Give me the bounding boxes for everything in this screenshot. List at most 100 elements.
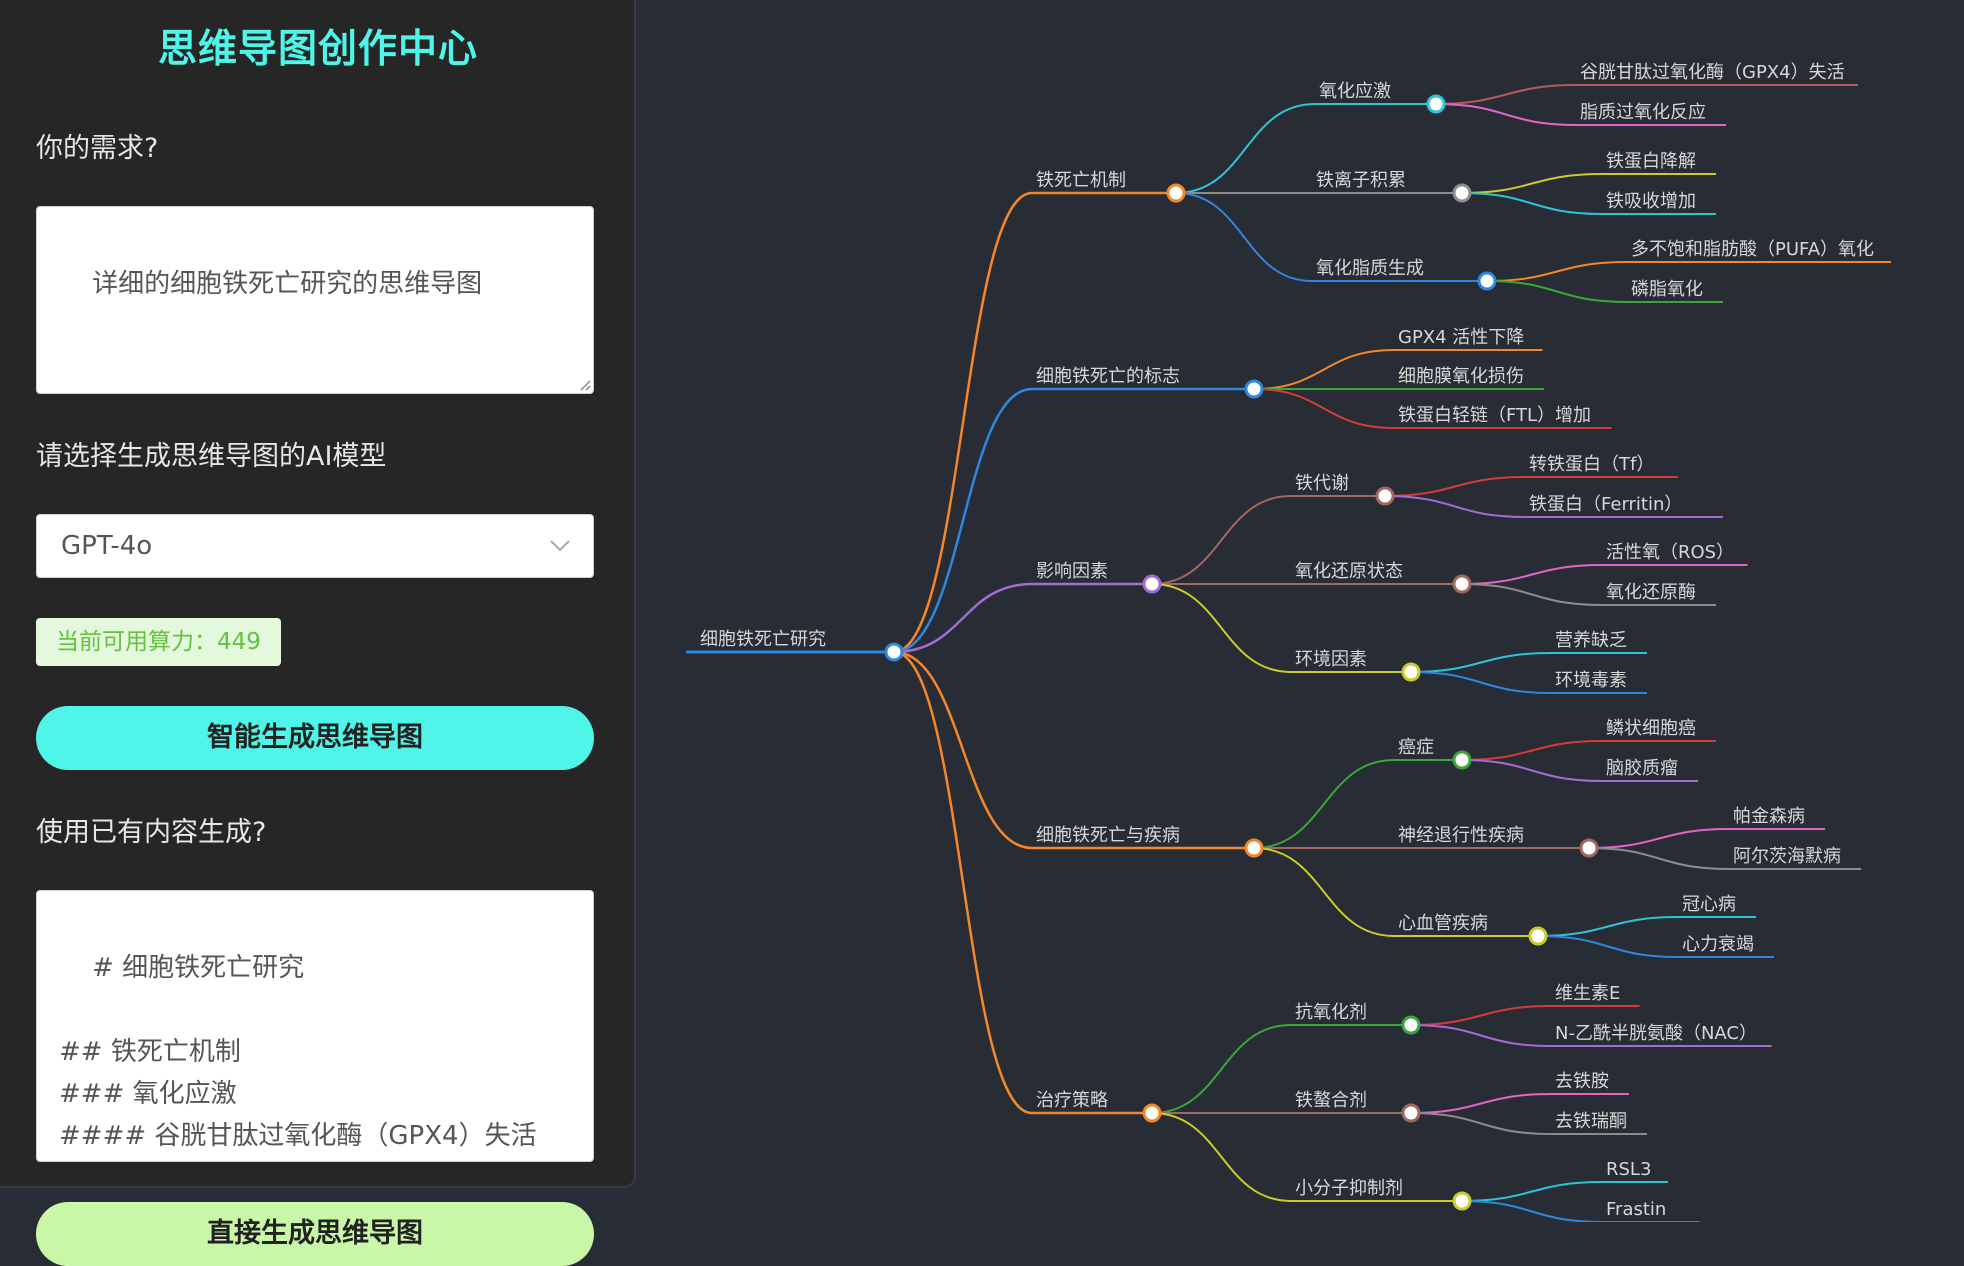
- sub-branch-link: [1175, 103, 1316, 194]
- leaf-link: [1461, 759, 1603, 782]
- sub-branch-label[interactable]: 抗氧化剂: [1295, 1002, 1367, 1023]
- leaf-label[interactable]: 去铁胺: [1555, 1071, 1609, 1092]
- leaf-label[interactable]: 环境毒素: [1555, 670, 1627, 691]
- model-select-value: GPT-4o: [61, 531, 153, 561]
- sub-branch-label[interactable]: 氧化还原状态: [1295, 561, 1403, 582]
- leaf-label[interactable]: 铁吸收增加: [1606, 191, 1696, 212]
- leaf-label[interactable]: 阿尔茨海默病: [1733, 846, 1841, 867]
- existing-content-text: # 细胞铁死亡研究 ## 铁死亡机制 ### 氧化应激 #### 谷胱甘肽过氧化…: [59, 953, 537, 1151]
- sub-branch-link: [1253, 759, 1395, 849]
- demand-text: 详细的细胞铁死亡研究的思维导图: [92, 269, 483, 299]
- leaf-label[interactable]: 鳞状细胞癌: [1606, 718, 1696, 739]
- leaf-label[interactable]: 脂质过氧化反应: [1580, 102, 1706, 123]
- leaf-label[interactable]: 脑胶质瘤: [1606, 758, 1678, 779]
- leaf-label[interactable]: 心力衰竭: [1682, 934, 1754, 955]
- root-node-label[interactable]: 细胞铁死亡研究: [700, 629, 826, 650]
- direct-generate-button[interactable]: 直接生成思维导图: [36, 1202, 594, 1266]
- leaf-label[interactable]: 细胞膜氧化损伤: [1398, 366, 1524, 387]
- leaf-label[interactable]: 维生素E: [1555, 983, 1620, 1004]
- sub-branch-node-circle[interactable]: [1401, 662, 1421, 682]
- sub-branch-node-circle[interactable]: [1579, 838, 1599, 858]
- leaf-link: [1461, 192, 1603, 215]
- sub-branch-link: [1253, 847, 1395, 937]
- sub-branch-node-circle[interactable]: [1452, 183, 1472, 203]
- leaf-label[interactable]: 多不饱和脂肪酸（PUFA）氧化: [1631, 239, 1874, 260]
- leaf-link: [1410, 652, 1552, 673]
- leaf-link: [1410, 1005, 1552, 1026]
- branch-node-circle[interactable]: [1142, 1103, 1162, 1123]
- branch-node-circle[interactable]: [1166, 183, 1186, 203]
- generate-mindmap-button[interactable]: 智能生成思维导图: [36, 706, 594, 770]
- branch-node-label[interactable]: 细胞铁死亡与疾病: [1036, 825, 1180, 846]
- leaf-link: [1410, 1093, 1552, 1114]
- sub-branch-label[interactable]: 铁离子积累: [1316, 170, 1406, 191]
- quota-badge: 当前可用算力：449: [36, 618, 281, 666]
- sub-branch-label[interactable]: 氧化应激: [1319, 81, 1391, 102]
- model-select[interactable]: GPT-4o: [36, 514, 594, 578]
- leaf-link: [1461, 564, 1603, 585]
- sub-branch-label[interactable]: 癌症: [1398, 737, 1434, 758]
- sub-branch-node-circle[interactable]: [1375, 486, 1395, 506]
- branch-link: [893, 650, 1033, 1115]
- demand-label: 你的需求?: [36, 133, 159, 164]
- leaf-link: [1384, 495, 1526, 518]
- sub-branch-node-circle[interactable]: [1452, 1191, 1472, 1211]
- sub-branch-link: [1151, 495, 1292, 585]
- branch-link: [893, 650, 1033, 850]
- sub-branch-node-circle[interactable]: [1426, 94, 1446, 114]
- chevron-down-icon: [550, 540, 570, 552]
- sub-branch-label[interactable]: 氧化脂质生成: [1316, 258, 1424, 279]
- leaf-link: [1588, 828, 1730, 849]
- sub-branch-label[interactable]: 环境因素: [1295, 649, 1367, 670]
- leaf-label[interactable]: 活性氧（ROS）: [1606, 542, 1734, 563]
- root-node-circle[interactable]: [884, 642, 904, 662]
- leaf-label[interactable]: 转铁蛋白（Tf）: [1529, 454, 1654, 475]
- demand-textarea[interactable]: 详细的细胞铁死亡研究的思维导图: [36, 206, 594, 394]
- sub-branch-link: [1175, 192, 1313, 282]
- leaf-label[interactable]: GPX4 活性下降: [1398, 327, 1524, 348]
- leaf-label[interactable]: 磷脂氧化: [1631, 279, 1703, 300]
- sub-branch-node-circle[interactable]: [1401, 1103, 1421, 1123]
- leaf-label[interactable]: 铁蛋白（Ferritin）: [1529, 494, 1682, 515]
- leaf-link: [1410, 671, 1552, 694]
- existing-content-textarea[interactable]: # 细胞铁死亡研究 ## 铁死亡机制 ### 氧化应激 #### 谷胱甘肽过氧化…: [36, 890, 594, 1162]
- branch-node-label[interactable]: 细胞铁死亡的标志: [1036, 366, 1180, 387]
- branch-node-circle[interactable]: [1142, 574, 1162, 594]
- leaf-label[interactable]: Frastin: [1606, 1199, 1666, 1220]
- leaf-label[interactable]: 铁蛋白轻链（FTL）增加: [1398, 405, 1591, 426]
- branch-node-circle[interactable]: [1244, 838, 1264, 858]
- leaf-link: [1461, 173, 1603, 194]
- resize-handle-icon[interactable]: [577, 377, 591, 391]
- branch-node-circle[interactable]: [1244, 379, 1264, 399]
- sub-branch-node-circle[interactable]: [1477, 271, 1497, 291]
- leaf-link: [1410, 1024, 1552, 1047]
- branch-node-label[interactable]: 影响因素: [1036, 561, 1108, 582]
- leaf-label[interactable]: 去铁瑞酮: [1555, 1111, 1627, 1132]
- leaf-label[interactable]: 谷胱甘肽过氧化酶（GPX4）失活: [1580, 62, 1845, 83]
- leaf-link: [1435, 84, 1577, 105]
- sub-branch-label[interactable]: 小分子抑制剂: [1295, 1178, 1403, 1199]
- leaf-link: [1461, 740, 1603, 761]
- leaf-link: [1537, 935, 1679, 958]
- sub-branch-label[interactable]: 心血管疾病: [1398, 913, 1488, 934]
- sub-branch-label[interactable]: 铁螯合剂: [1295, 1090, 1367, 1111]
- sub-branch-node-circle[interactable]: [1452, 574, 1472, 594]
- sub-branch-node-circle[interactable]: [1528, 926, 1548, 946]
- branch-link: [893, 191, 1033, 654]
- leaf-label[interactable]: 冠心病: [1682, 894, 1736, 915]
- branch-node-label[interactable]: 治疗策略: [1036, 1090, 1108, 1111]
- branch-node-label[interactable]: 铁死亡机制: [1036, 170, 1126, 191]
- leaf-link: [1435, 103, 1577, 126]
- leaf-label[interactable]: N-乙酰半胱氨酸（NAC）: [1555, 1023, 1757, 1044]
- leaf-label[interactable]: 铁蛋白降解: [1606, 151, 1696, 172]
- sub-branch-node-circle[interactable]: [1452, 750, 1472, 770]
- sub-branch-label[interactable]: 铁代谢: [1295, 473, 1349, 494]
- sub-branch-link: [1151, 583, 1292, 673]
- leaf-label[interactable]: RSL3: [1606, 1159, 1651, 1180]
- sub-branch-node-circle[interactable]: [1401, 1015, 1421, 1035]
- leaf-label[interactable]: 营养缺乏: [1555, 630, 1627, 651]
- leaf-label[interactable]: 氧化还原酶: [1606, 582, 1696, 603]
- leaf-label[interactable]: 帕金森病: [1733, 806, 1805, 827]
- leaf-link: [1461, 1181, 1603, 1202]
- sub-branch-label[interactable]: 神经退行性疾病: [1398, 825, 1524, 846]
